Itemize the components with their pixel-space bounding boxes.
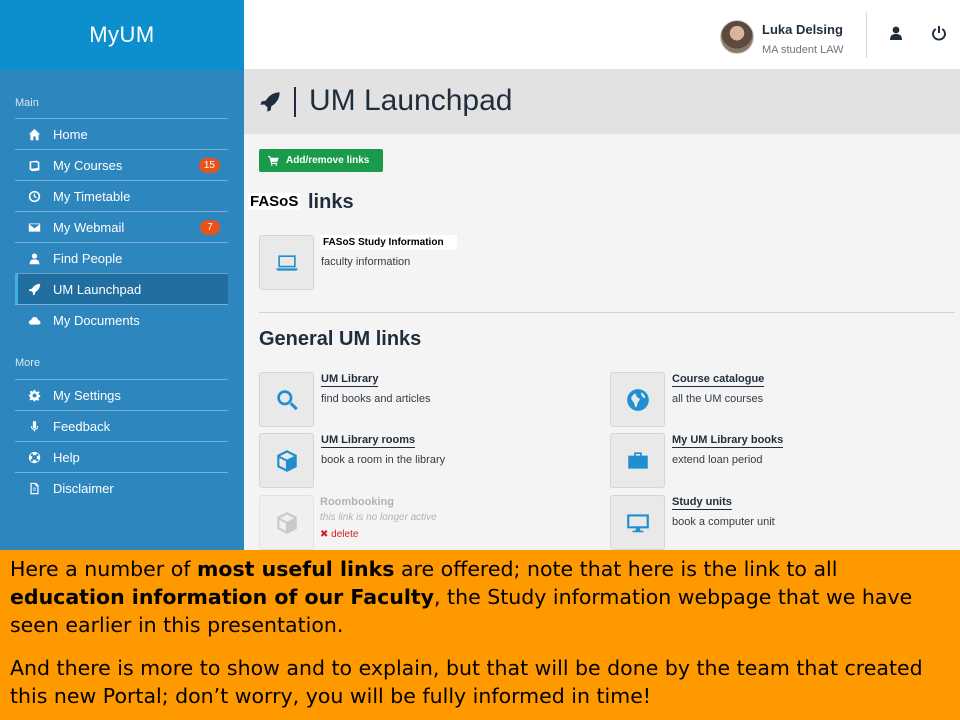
top-header: Luka Delsing MA student LAW [244, 0, 960, 70]
notes-emphasis: education information of our Faculty [10, 585, 435, 609]
power-icon [931, 25, 947, 46]
course-catalogue-desc: all the UM courses [672, 393, 764, 405]
notes-text: are offered; note that here is the link … [394, 557, 838, 581]
title-separator [294, 87, 296, 117]
microphone-icon [27, 419, 41, 433]
roombooking-desc: this link is no longer active [320, 512, 437, 523]
sidebar-item-my-courses[interactable]: My Courses 15 [15, 149, 228, 180]
avatar[interactable] [720, 20, 754, 54]
notes-emphasis: most useful links [197, 557, 395, 581]
sidebar-item-label: UM Launchpad [53, 281, 142, 297]
search-icon [276, 389, 298, 410]
sidebar-item-label: Find People [53, 250, 123, 266]
header-divider [866, 12, 867, 58]
brand-name: MyUM [89, 22, 155, 47]
um-library-rooms-link[interactable]: UM Library rooms [321, 434, 416, 448]
sidebar-item-label: My Documents [53, 312, 140, 328]
fasos-links-heading: links [308, 191, 354, 213]
sidebar-item-label: Disclaimer [53, 480, 114, 496]
gear-icon [27, 388, 41, 402]
add-remove-links-label: Add/remove links [286, 155, 370, 166]
sidebar-item-label: Feedback [53, 418, 111, 434]
globe-icon [626, 388, 649, 411]
um-library-rooms-tile[interactable] [259, 433, 314, 488]
cube-icon [276, 449, 297, 472]
envelope-icon [27, 220, 41, 234]
fasos-study-info-tile[interactable] [259, 235, 314, 290]
sidebar-item-label: My Settings [53, 387, 121, 403]
sidebar-item-my-timetable[interactable]: My Timetable [15, 180, 228, 211]
lifebuoy-icon [27, 450, 41, 464]
um-library-desc: find books and articles [321, 393, 431, 405]
profile-button[interactable] [887, 26, 905, 44]
section-divider [259, 312, 955, 313]
cube-icon [276, 511, 297, 534]
sidebar-item-label: My Courses [53, 157, 123, 173]
sidebar-item-label: Help [53, 449, 80, 465]
sidebar-item-disclaimer[interactable]: Disclaimer [15, 472, 228, 503]
sidebar-item-help[interactable]: Help [15, 441, 228, 472]
course-catalogue-tile[interactable] [610, 372, 665, 427]
sidebar: Main Home My Courses 15 My Timetable My … [0, 70, 244, 550]
add-remove-links-button[interactable]: Add/remove links [259, 149, 383, 172]
notes-paragraph-2: And there is more to show and to explain… [10, 656, 923, 708]
fasos-heading-tag: FASoS [248, 193, 301, 210]
monitor-icon [626, 513, 649, 532]
page-title-bar: UM Launchpad [244, 70, 960, 134]
sidebar-section-main: Main [15, 97, 39, 109]
person-icon [27, 251, 41, 265]
notes-text: Here a number of [10, 557, 198, 581]
sidebar-item-home[interactable]: Home [15, 118, 228, 149]
sidebar-item-my-documents[interactable]: My Documents [15, 304, 228, 335]
fasos-study-info-desc: faculty information [321, 256, 411, 268]
sidebar-main-list: Home My Courses 15 My Timetable My Webma… [15, 118, 228, 335]
rocket-icon [27, 282, 41, 296]
sidebar-item-my-settings[interactable]: My Settings [15, 379, 228, 410]
sidebar-item-label: My Webmail [53, 219, 125, 235]
logout-button[interactable] [930, 25, 948, 46]
clock-icon [27, 189, 41, 203]
my-library-books-tile[interactable] [610, 433, 665, 488]
brand-logo[interactable]: MyUM [0, 0, 244, 70]
sidebar-item-label: My Timetable [53, 188, 131, 204]
document-icon [27, 481, 41, 495]
courses-count-badge: 15 [198, 158, 220, 173]
cloud-icon [27, 313, 41, 327]
roombooking-link: Roombooking [320, 496, 394, 508]
um-library-rooms-desc: book a room in the library [321, 454, 446, 466]
course-catalogue-link[interactable]: Course catalogue [672, 373, 765, 387]
sidebar-item-feedback[interactable]: Feedback [15, 410, 228, 441]
delete-link[interactable]: ✖ delete [320, 529, 358, 540]
study-units-desc: book a computer unit [672, 516, 775, 528]
book-icon [27, 158, 41, 172]
rocket-icon [259, 91, 281, 113]
study-units-tile[interactable] [610, 495, 665, 550]
user-role: MA student LAW [762, 44, 844, 56]
fasos-study-info-link[interactable]: FASoS Study Information [320, 235, 457, 250]
user-icon [888, 25, 904, 46]
sidebar-item-my-webmail[interactable]: My Webmail 7 [15, 211, 228, 242]
my-library-books-desc: extend loan period [672, 454, 763, 466]
briefcase-icon [627, 451, 648, 469]
my-library-books-link[interactable]: My UM Library books [672, 434, 784, 448]
notes-paragraph-1: Here a number of most useful links are o… [10, 555, 950, 639]
page-title: UM Launchpad [309, 84, 513, 117]
laptop-icon [275, 254, 298, 271]
presentation-notes: Here a number of most useful links are o… [0, 550, 960, 720]
sidebar-item-label: Home [53, 126, 88, 142]
home-icon [27, 127, 41, 141]
sidebar-item-find-people[interactable]: Find People [15, 242, 228, 273]
um-library-tile[interactable] [259, 372, 314, 427]
sidebar-item-um-launchpad[interactable]: UM Launchpad [15, 273, 228, 304]
sidebar-more-list: My Settings Feedback Help Disclaimer [15, 379, 228, 503]
roombooking-tile [259, 495, 314, 550]
study-units-link[interactable]: Study units [672, 496, 732, 510]
cart-icon [268, 156, 279, 166]
general-links-heading: General UM links [259, 328, 422, 350]
user-name: Luka Delsing [762, 22, 843, 37]
um-library-link[interactable]: UM Library [321, 373, 379, 387]
webmail-count-badge: 7 [200, 220, 220, 235]
sidebar-section-more: More [15, 357, 41, 369]
